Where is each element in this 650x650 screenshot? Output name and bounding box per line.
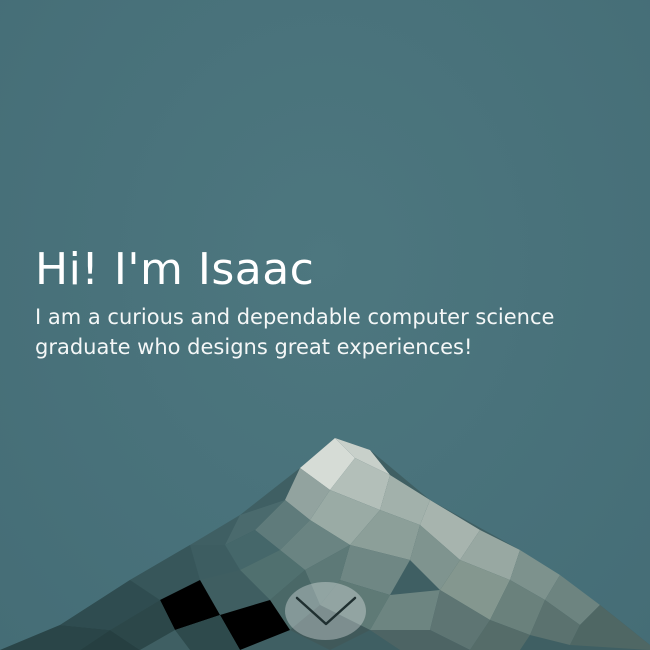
hero-text: Hi! I'm Isaac I am a curious and dependa…: [35, 244, 615, 362]
hero-subtitle: I am a curious and dependable computer s…: [35, 302, 615, 362]
scroll-down-button[interactable]: [285, 582, 366, 640]
hero-section: Hi! I'm Isaac I am a curious and dependa…: [0, 0, 650, 650]
hero-subtitle-line-2: graduate who designs great experiences!: [35, 335, 473, 359]
hero-subtitle-line-1: I am a curious and dependable computer s…: [35, 305, 555, 329]
hero-title: Hi! I'm Isaac: [35, 244, 315, 295]
chevron-down-icon: [295, 596, 356, 626]
